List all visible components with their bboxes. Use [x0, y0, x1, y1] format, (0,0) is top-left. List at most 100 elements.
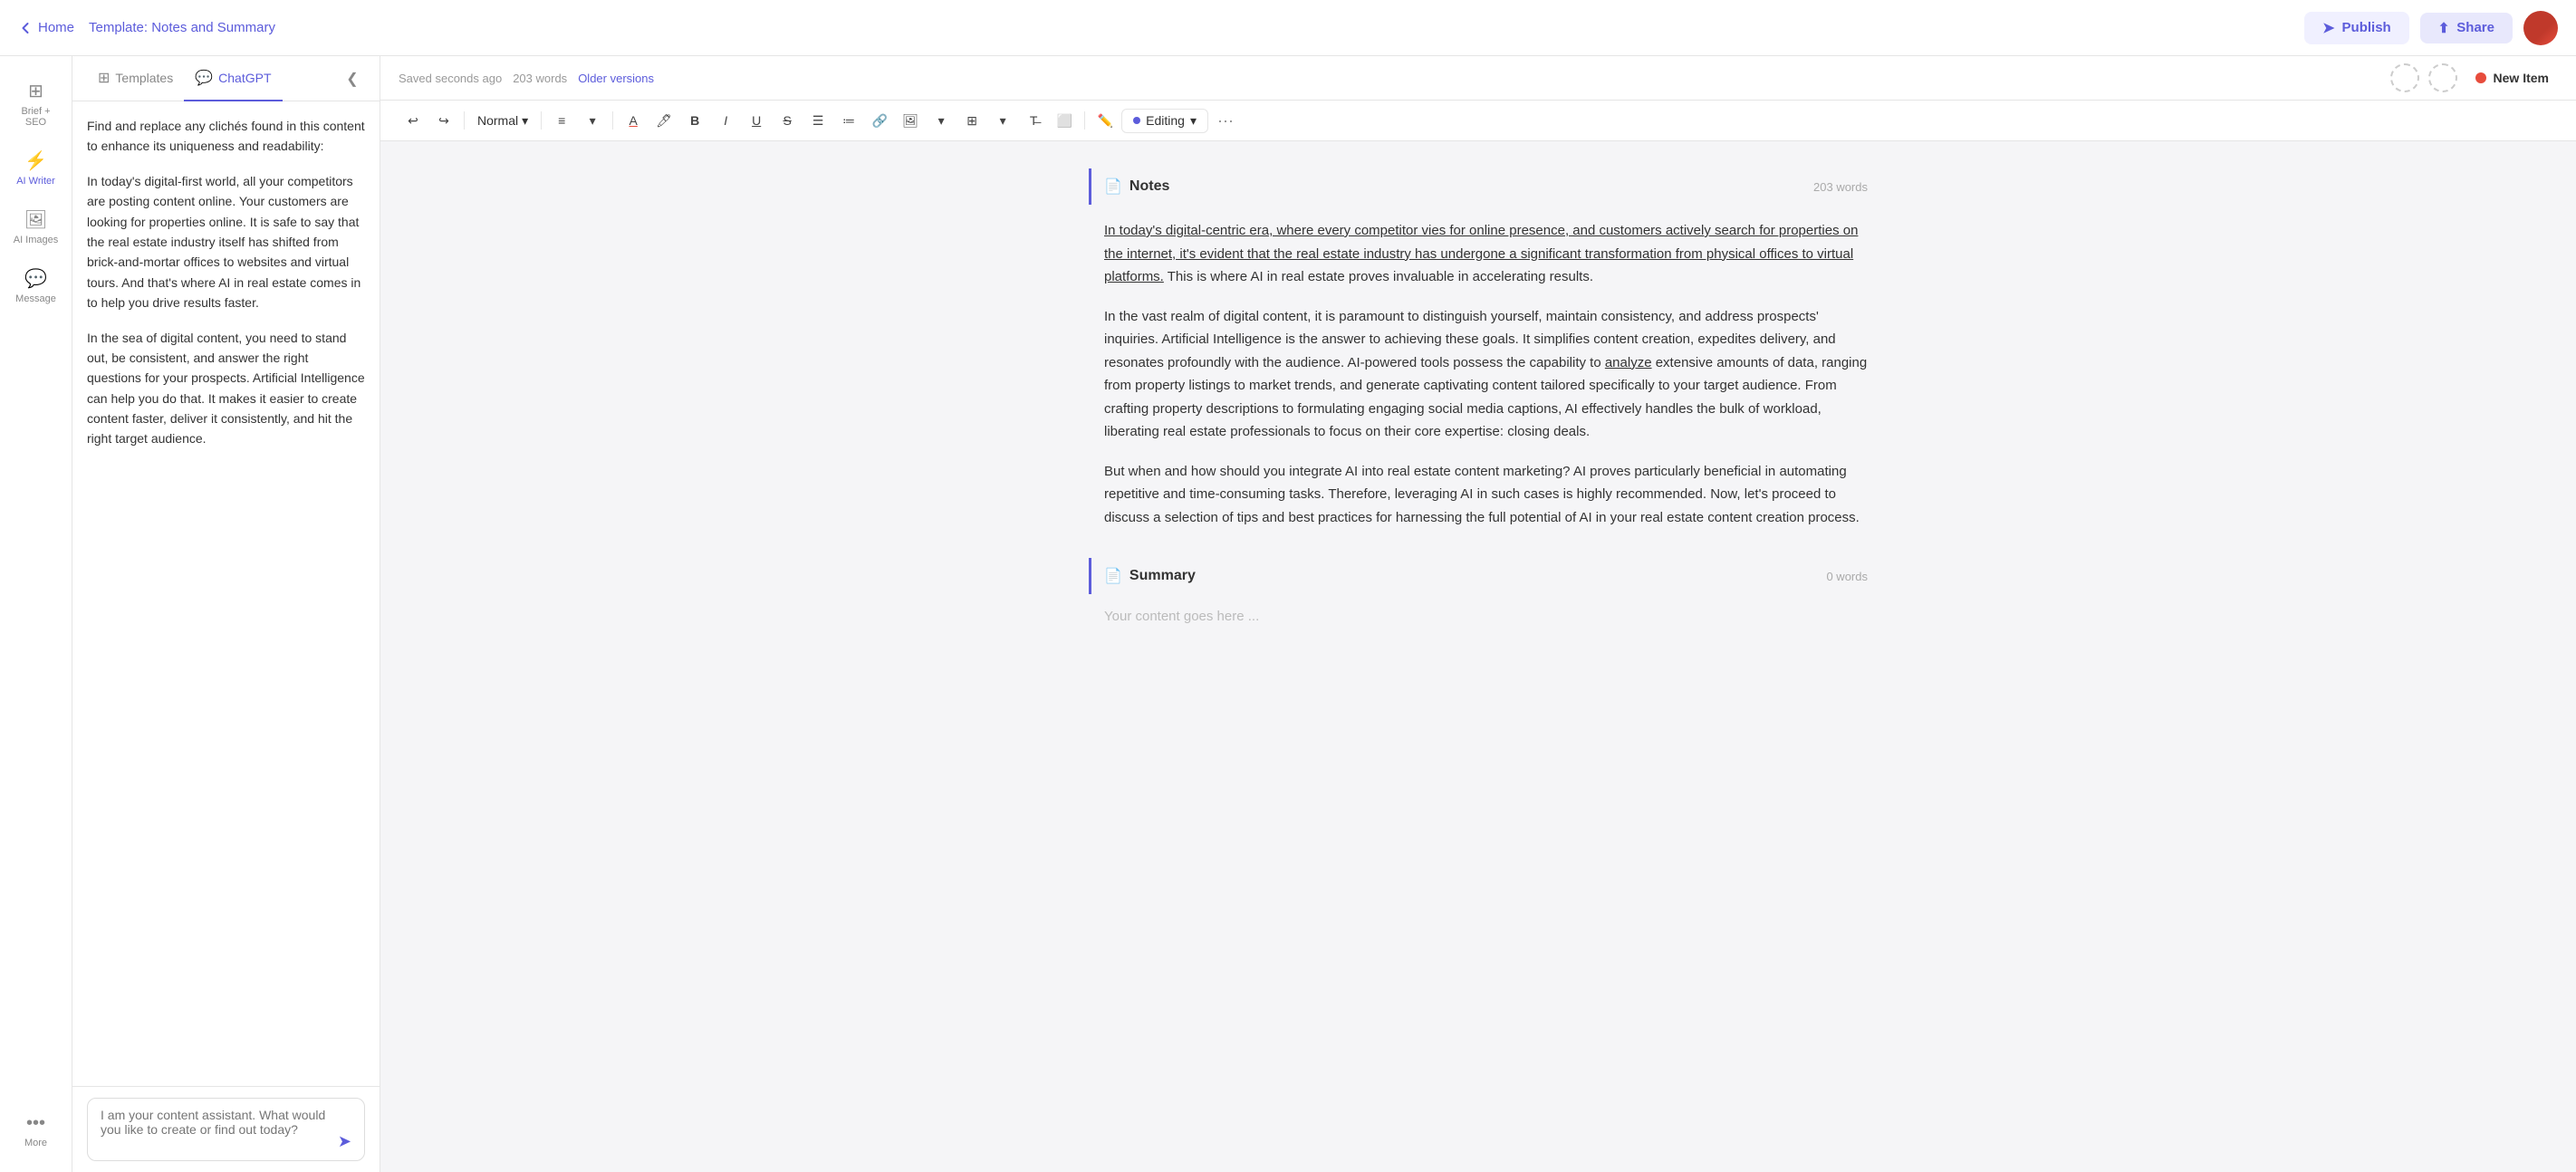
new-item-label: New Item	[2494, 71, 2549, 85]
publish-icon: ➤	[2322, 19, 2334, 37]
notes-para-1: In today's digital-centric era, where ev…	[1104, 219, 1868, 289]
image-button[interactable]: 🖼	[896, 106, 925, 135]
header-right: ➤ Publish ⬆ Share	[2304, 11, 2558, 45]
share-button[interactable]: ⬆ Share	[2420, 13, 2513, 43]
section-notes-header: 📄 Notes 203 words	[1089, 168, 1868, 205]
highlight-button[interactable]: 🖊	[649, 106, 678, 135]
panel-chat: ➤	[72, 1086, 380, 1172]
notes-content: In today's digital-centric era, where ev…	[1089, 219, 1868, 529]
text-color-button[interactable]: A	[619, 106, 648, 135]
chat-input-wrap: ➤	[87, 1098, 365, 1161]
brief-seo-icon: ⊞	[28, 80, 43, 102]
notes-icon: 📄	[1104, 178, 1122, 196]
chevron-down-icon: ▾	[522, 113, 528, 129]
sidebar-item-label: More	[24, 1138, 47, 1148]
breadcrumb-prefix: Template:	[89, 20, 151, 35]
sidebar-item-ai-writer[interactable]: ⚡ AI Writer	[5, 140, 68, 196]
summary-placeholder: Your content goes here ...	[1104, 609, 1868, 624]
bullet-list-button[interactable]: ☰	[803, 106, 832, 135]
analyze-underline: analyze	[1605, 355, 1652, 370]
summary-content[interactable]: Your content goes here ...	[1089, 609, 1868, 624]
sidebar-item-label: AI Writer	[16, 176, 55, 187]
text-style-label: Normal	[477, 113, 518, 128]
italic-button[interactable]: I	[711, 106, 740, 135]
ai-writer-icon: ⚡	[24, 149, 47, 172]
editor-doc: 📄 Notes 203 words In today's digital-cen…	[1089, 168, 1868, 624]
tab-chatgpt[interactable]: 💬 ChatGPT	[184, 56, 282, 101]
breadcrumb-link[interactable]: Notes and Summary	[151, 20, 275, 35]
message-icon: 💬	[24, 267, 47, 290]
home-label: Home	[38, 20, 74, 35]
table-dropdown-button[interactable]: ▾	[988, 106, 1017, 135]
editor-topbar-left: Saved seconds ago 203 words Older versio…	[399, 72, 654, 85]
redo-button[interactable]: ↪	[429, 106, 458, 135]
new-item-dot	[2475, 72, 2486, 83]
more-icon: •••	[26, 1113, 45, 1134]
panel-content: Find and replace any clichés found in th…	[72, 101, 380, 1086]
editor-topbar: Saved seconds ago 203 words Older versio…	[380, 56, 2576, 101]
section-summary-header: 📄 Summary 0 words	[1089, 558, 1868, 594]
ai-images-icon: 🖼	[24, 208, 47, 231]
breadcrumb: Template: Notes and Summary	[89, 20, 275, 35]
notes-para-3: But when and how should you integrate AI…	[1104, 460, 1868, 530]
word-count: 203 words	[513, 72, 567, 85]
tab-templates[interactable]: ⊞ Templates	[87, 56, 184, 101]
editing-label: Editing	[1146, 113, 1185, 128]
text-style-dropdown[interactable]: Normal ▾	[470, 110, 535, 132]
older-versions-link[interactable]: Older versions	[578, 72, 654, 85]
tab-chatgpt-label: ChatGPT	[218, 71, 271, 85]
sidebar-item-brief-seo[interactable]: ⊞ Brief + SEO	[5, 71, 68, 137]
notes-words: 203 words	[1813, 180, 1868, 194]
link-button[interactable]: 🔗	[865, 106, 894, 135]
chatgpt-tab-icon: 💬	[195, 69, 213, 87]
share-icon: ⬆	[2438, 20, 2450, 36]
home-link[interactable]: Home	[18, 20, 74, 35]
toolbar-divider-4	[1084, 111, 1085, 130]
chevron-down-icon-editing: ▾	[1190, 113, 1197, 129]
strikethrough-button[interactable]: S	[773, 106, 802, 135]
align-dropdown-button[interactable]: ▾	[578, 106, 607, 135]
undo-button[interactable]: ↩	[399, 106, 428, 135]
publish-button[interactable]: ➤ Publish	[2304, 12, 2409, 44]
header-left: Home Template: Notes and Summary	[18, 20, 275, 35]
editing-dropdown[interactable]: Editing ▾	[1121, 109, 1208, 133]
section-notes: 📄 Notes 203 words In today's digital-cen…	[1089, 168, 1868, 529]
special-char-button[interactable]: ⬜	[1050, 106, 1079, 135]
summary-words: 0 words	[1826, 570, 1868, 583]
editor-toolbar: ↩ ↪ Normal ▾ ≡ ▾ A 🖊 B I U S ☰ ≔ 🔗 🖼 ▾ ⊞…	[380, 101, 2576, 141]
tab-templates-label: Templates	[115, 71, 173, 85]
chevron-left-icon: ❮	[346, 70, 358, 88]
share-label: Share	[2456, 20, 2494, 35]
chat-input[interactable]	[101, 1108, 331, 1151]
chevron-left-icon	[18, 21, 33, 35]
avatar[interactable]	[2523, 11, 2558, 45]
sidebar-item-more[interactable]: ••• More	[5, 1104, 68, 1158]
image-dropdown-button[interactable]: ▾	[927, 106, 956, 135]
editing-dot	[1133, 117, 1140, 124]
sidebar-item-message[interactable]: 💬 Message	[5, 258, 68, 313]
summary-icon: 📄	[1104, 567, 1122, 585]
ordered-list-button[interactable]: ≔	[834, 106, 863, 135]
align-button[interactable]: ≡	[547, 106, 576, 135]
editor-scroll[interactable]: 📄 Notes 203 words In today's digital-cen…	[380, 141, 2576, 1172]
panel-collapse-button[interactable]: ❮	[340, 66, 365, 91]
notes-title: Notes	[1129, 178, 1169, 195]
toolbar-divider-3	[612, 111, 613, 130]
new-item-button[interactable]: New Item	[2466, 65, 2558, 91]
panel: ⊞ Templates 💬 ChatGPT ❮ Find and replace…	[72, 56, 380, 1172]
underline-button[interactable]: U	[742, 106, 771, 135]
panel-paragraph-2: In the sea of digital content, you need …	[87, 328, 365, 449]
table-button[interactable]: ⊞	[957, 106, 986, 135]
sidebar-item-ai-images[interactable]: 🖼 AI Images	[5, 199, 68, 255]
section-summary-header-left: 📄 Summary	[1104, 567, 1196, 585]
bold-button[interactable]: B	[680, 106, 709, 135]
notes-para-1-continuation: This is where AI in real estate proves i…	[1164, 269, 1593, 284]
avatar-placeholder-1	[2390, 63, 2419, 92]
panel-tabs: ⊞ Templates 💬 ChatGPT ❮	[72, 56, 380, 101]
sidebar-item-label: Brief + SEO	[12, 106, 61, 128]
pencil-icon: ✏️	[1091, 106, 1120, 135]
templates-tab-icon: ⊞	[98, 69, 110, 87]
toolbar-more-button[interactable]: ···	[1210, 108, 1241, 134]
clear-format-button[interactable]: T̶	[1019, 106, 1048, 135]
chat-send-button[interactable]: ➤	[338, 1132, 351, 1151]
